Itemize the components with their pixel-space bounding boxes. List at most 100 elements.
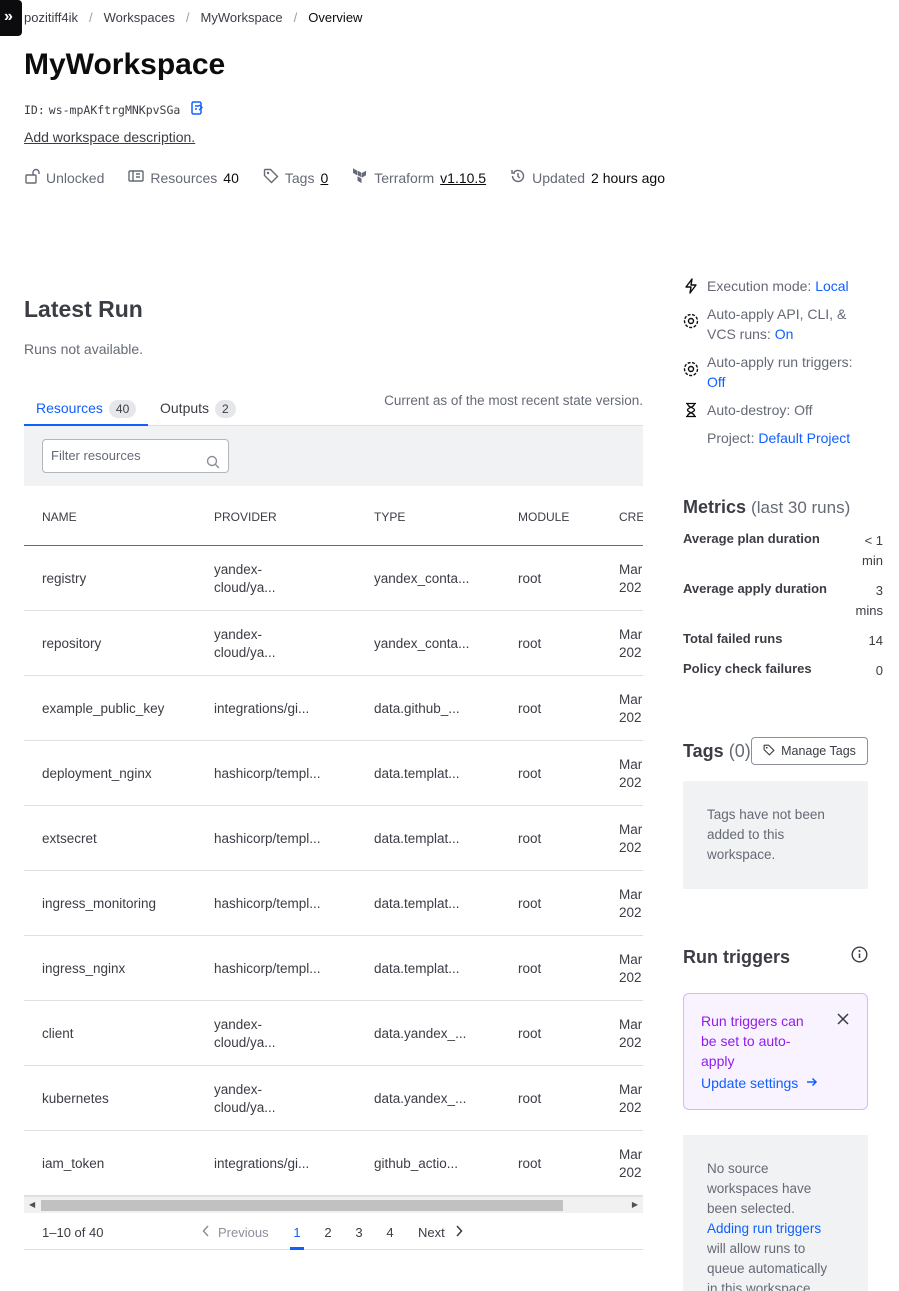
updated-time: Updated 2 hours ago — [510, 168, 665, 187]
table-row[interactable]: iam_token integrations/gi... github_acti… — [24, 1131, 643, 1196]
resource-tabs: Resources 40 Outputs 2 Current as of the… — [24, 393, 643, 427]
workspace-id: ID: ws-mpAKftrgMNKpvSGa — [24, 100, 206, 119]
arrow-right-icon — [806, 1075, 818, 1091]
tab-resources[interactable]: Resources 40 — [24, 396, 148, 427]
resource-created-l1: Mar — [619, 757, 643, 772]
resource-created-l2: 202 — [619, 1100, 642, 1115]
manage-tags-label: Manage Tags — [781, 744, 856, 758]
auto-apply-link[interactable]: On — [775, 326, 794, 342]
run-triggers-alert-message: Run triggers can be set to auto- apply — [701, 1011, 816, 1071]
resource-provider: yandex- cloud/ya... — [214, 561, 344, 597]
update-settings-link[interactable]: Update settings — [701, 1075, 850, 1091]
resource-name[interactable]: ingress_monitoring — [42, 895, 156, 913]
resource-created-l2: 202 — [619, 905, 642, 920]
scroll-right-icon[interactable]: ▶ — [632, 1200, 638, 1209]
resource-created-l1: Mar — [619, 822, 643, 837]
resource-type: data.github_... — [374, 701, 460, 716]
breadcrumb-org[interactable]: pozitiff4ik — [24, 10, 78, 25]
breadcrumb-current: Overview — [308, 10, 363, 25]
latest-run-status: Runs not available. — [24, 341, 144, 357]
execution-mode-link[interactable]: Local — [815, 278, 848, 294]
breadcrumb: pozitiff4ik / Workspaces / MyWorkspace /… — [24, 10, 362, 25]
table-row[interactable]: registry yandex- cloud/ya... yandex_cont… — [24, 546, 643, 611]
project-link[interactable]: Default Project — [758, 430, 850, 446]
resource-type: data.templat... — [374, 961, 460, 976]
tags-count[interactable]: Tags 0 — [263, 168, 328, 187]
filter-resources-input[interactable]: Filter resources — [42, 439, 229, 473]
resource-type: data.yandex_... — [374, 1091, 467, 1106]
project-label: Project: — [707, 430, 755, 446]
adding-run-triggers-link[interactable]: Adding run triggers — [707, 1221, 821, 1236]
table-row[interactable]: kubernetes yandex- cloud/ya... data.yand… — [24, 1066, 643, 1131]
auto-destroy-value: Off — [794, 402, 813, 418]
resource-created: Mar 202 — [619, 1016, 642, 1052]
column-header-type[interactable]: TYPE — [374, 510, 405, 524]
metric-avg-plan-label: Average plan duration — [683, 531, 820, 546]
column-header-provider[interactable]: PROVIDER — [214, 510, 277, 524]
column-header-created[interactable]: CREA — [619, 510, 643, 524]
tab-outputs-label: Outputs — [160, 400, 210, 416]
page-4-button[interactable]: 4 — [383, 1225, 397, 1240]
metric-policy-label: Policy check failures — [683, 661, 812, 676]
resource-provider: yandex- cloud/ya... — [214, 626, 344, 662]
page-3-button[interactable]: 3 — [352, 1225, 366, 1240]
next-page-button[interactable]: Next — [418, 1225, 463, 1240]
table-row[interactable]: ingress_monitoring hashicorp/templ... da… — [24, 871, 643, 936]
table-row[interactable]: client yandex- cloud/ya... data.yandex_.… — [24, 1001, 643, 1066]
workspace-id-value: ws-mpAKftrgMNKpvSGa — [48, 102, 181, 117]
scrollbar-thumb[interactable] — [41, 1200, 563, 1211]
table-row[interactable]: extsecret hashicorp/templ... data.templa… — [24, 806, 643, 871]
tags-empty-l1: Tags have not been — [707, 807, 825, 822]
resource-created: Mar 202 — [619, 1146, 642, 1182]
column-header-name[interactable]: NAME — [42, 510, 77, 524]
workspace-id-label: ID: — [24, 102, 45, 117]
auto-apply-triggers-link[interactable]: Off — [707, 374, 725, 390]
scroll-left-icon[interactable]: ◀ — [29, 1200, 35, 1209]
table-row[interactable]: ingress_nginx hashicorp/templ... data.te… — [24, 936, 643, 1001]
resource-name[interactable]: ingress_nginx — [42, 960, 125, 978]
close-icon[interactable] — [837, 1012, 849, 1028]
resource-name[interactable]: iam_token — [42, 1155, 104, 1173]
auto-apply-gear-icon — [683, 313, 699, 334]
resource-name[interactable]: registry — [42, 570, 86, 588]
resource-created-l2: 202 — [619, 775, 642, 790]
table-row[interactable]: deployment_nginx hashicorp/templ... data… — [24, 741, 643, 806]
resource-provider: integrations/gi... — [214, 1155, 344, 1173]
resource-created-l1: Mar — [619, 1017, 643, 1032]
resource-name[interactable]: repository — [42, 635, 101, 653]
terraform-version-link[interactable]: v1.10.5 — [440, 170, 486, 186]
resource-name[interactable]: extsecret — [42, 830, 97, 848]
add-description-link[interactable]: Add workspace description. — [24, 129, 195, 145]
table-row[interactable]: example_public_key integrations/gi... da… — [24, 676, 643, 741]
page-1-button[interactable]: 1 — [290, 1225, 304, 1250]
tab-outputs[interactable]: Outputs 2 — [148, 396, 248, 426]
resource-name[interactable]: client — [42, 1025, 74, 1043]
column-header-module[interactable]: MODULE — [518, 510, 569, 524]
tags-empty-l2: added to this — [707, 827, 785, 842]
chevron-right-icon — [455, 1225, 463, 1240]
resource-name[interactable]: deployment_nginx — [42, 765, 152, 783]
resource-name[interactable]: kubernetes — [42, 1090, 109, 1108]
copy-icon[interactable] — [190, 100, 206, 119]
breadcrumb-workspaces[interactable]: Workspaces — [104, 10, 175, 25]
resource-created-l2: 202 — [619, 710, 642, 725]
tags-value[interactable]: 0 — [320, 170, 328, 186]
resource-module: root — [518, 1156, 542, 1171]
expand-sidebar-button[interactable]: » — [0, 0, 22, 36]
page-2-button[interactable]: 2 — [321, 1225, 335, 1240]
table-row[interactable]: repository yandex- cloud/ya... yandex_co… — [24, 611, 643, 676]
resource-provider-l1: yandex- — [214, 1017, 263, 1032]
filter-placeholder: Filter resources — [51, 448, 141, 463]
resource-provider: hashicorp/templ... — [214, 960, 344, 978]
previous-page-button[interactable]: Previous — [202, 1225, 269, 1240]
resource-name[interactable]: example_public_key — [42, 700, 164, 718]
table-horizontal-scrollbar[interactable]: ◀ ▶ — [24, 1196, 643, 1213]
rt-empty-l5: queue automatically — [707, 1261, 828, 1276]
resource-module: root — [518, 1091, 542, 1106]
info-icon[interactable] — [851, 946, 868, 966]
manage-tags-button[interactable]: Manage Tags — [751, 737, 868, 765]
previous-label: Previous — [218, 1225, 269, 1240]
updated-value: 2 hours ago — [591, 169, 665, 186]
resources-table: NAME PROVIDER TYPE MODULE CREA registry … — [24, 486, 643, 1196]
breadcrumb-workspace[interactable]: MyWorkspace — [201, 10, 283, 25]
